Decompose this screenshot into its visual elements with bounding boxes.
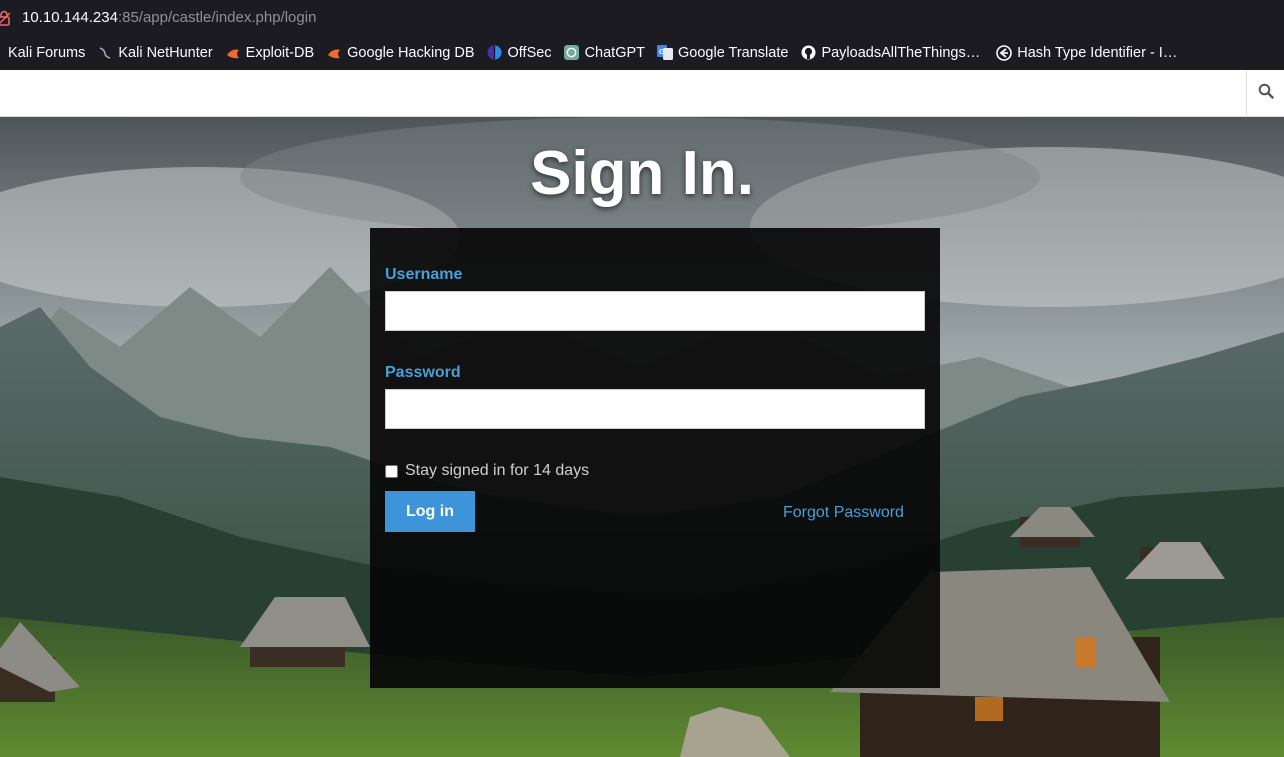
search-icon [1258,83,1274,104]
password-input[interactable] [385,389,925,429]
app-header [0,70,1284,117]
forgot-password-link[interactable]: Forgot Password [783,504,904,522]
bookmark-label: PayloadsAllTheThings… [821,44,981,61]
bookmark-chatgpt[interactable]: ChatGPT [564,45,645,61]
bookmarks-toolbar: Kali Forums Kali NetHunter Exploit-DB Go… [0,35,1284,70]
login-panel: Username Password Stay signed in for 14 … [370,228,940,688]
bookmark-kali-nethunter[interactable]: Kali NetHunter [97,44,213,61]
insecure-lock-icon [0,10,12,26]
bookmark-hash-type-identifier[interactable]: Hash Type Identifier - I… [996,45,1177,61]
url-host: 10.10.144.234 [22,9,118,26]
remember-me-checkbox[interactable] [385,464,398,478]
bookmark-google-hacking-db[interactable]: Google Hacking DB [326,44,475,61]
nethunter-icon [97,45,113,61]
bookmark-exploit-db[interactable]: Exploit-DB [225,44,315,61]
remember-me-row: Stay signed in for 14 days [385,462,589,480]
github-icon [800,45,816,61]
username-input[interactable] [385,291,925,331]
bookmark-kali-forums[interactable]: Kali Forums [8,45,85,61]
exploit-db-icon [225,45,241,61]
bookmark-label: Exploit-DB [245,44,315,61]
chatgpt-icon [564,45,580,61]
bookmark-google-translate[interactable]: G Google Translate [657,45,788,61]
bookmark-payloadsallthethings[interactable]: PayloadsAllTheThings… [800,45,980,61]
bookmark-label: Google Translate [678,44,789,61]
bookmark-offsec[interactable]: OffSec [487,45,552,61]
login-button[interactable]: Log in [385,491,475,532]
bookmark-label: Hash Type Identifier - I… [1017,44,1178,61]
remember-me-label[interactable]: Stay signed in for 14 days [405,462,589,480]
password-label: Password [385,364,461,381]
browser-url-bar[interactable]: 10.10.144.234:85/app/castle/index.php/lo… [0,0,1284,35]
bookmark-label: Kali Forums [8,44,86,61]
search-button[interactable] [1246,70,1284,116]
svg-text:G: G [659,49,665,56]
google-translate-icon: G [657,45,673,61]
page-title: Sign In. [530,139,754,208]
bookmark-label: Kali NetHunter [118,44,213,61]
bookmark-label: OffSec [507,44,552,61]
ghdb-icon [326,45,342,61]
bookmark-label: Google Hacking DB [347,44,475,61]
offsec-icon [487,45,503,61]
bookmark-label: ChatGPT [584,44,645,61]
username-label: Username [385,266,463,283]
url-path: :85/app/castle/index.php/login [117,9,317,26]
hash-identifier-icon [996,44,1013,61]
